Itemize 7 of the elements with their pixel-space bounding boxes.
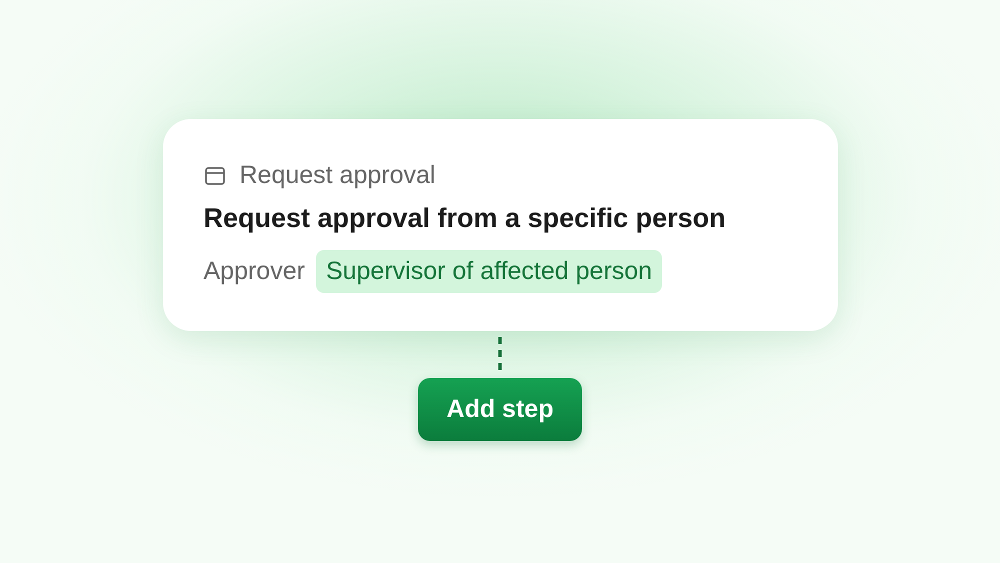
add-step-button[interactable]: Add step: [418, 378, 582, 441]
dotted-connector: [498, 336, 502, 372]
approver-tag: Supervisor of affected person: [316, 250, 662, 294]
field-label: Approver: [204, 256, 305, 287]
step-title: Request approval from a specific person: [204, 202, 727, 235]
calendar-icon: [204, 164, 226, 186]
step-category: Request approval: [240, 163, 436, 188]
